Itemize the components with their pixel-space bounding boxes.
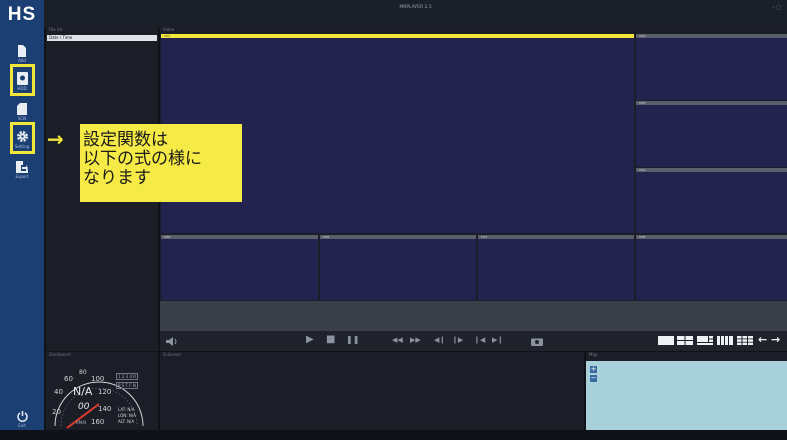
camera-icon[interactable] [531,337,543,346]
dashboard-header: Dashboard [49,352,71,357]
previous-button[interactable]: ❙◀ [474,334,485,346]
video-channel[interactable] [320,239,476,300]
rewind-button[interactable]: ◀◀ [392,334,403,346]
sidebar-item-label: SCN [17,116,27,121]
layout-8-icon[interactable] [717,336,733,345]
video-channel[interactable] [636,105,787,167]
app-logo: HS [7,4,37,25]
nav-arrows[interactable]: ← → [758,333,780,346]
exit-label: Exit [18,423,26,428]
tick-label: 20 [52,408,61,416]
tick-label: 160 [91,418,105,426]
video-channel[interactable] [636,38,787,100]
callout-line: 以下の式の様に [83,149,202,169]
video-header: Video [163,27,175,32]
map-header: Map [589,352,598,357]
tick-label: 80 [79,369,87,376]
step-back-button[interactable]: ◀❙ [434,334,445,346]
g-sensor-panel: G-Sensor [160,352,584,430]
tick-label: 100 [91,375,105,383]
sidebar-item-export[interactable]: Export [0,158,44,190]
pause-button[interactable]: ❚❚ [346,334,359,346]
tick-label: 140 [98,405,112,413]
setting-highlight [10,122,35,154]
tick-label: 120 [98,388,112,396]
power-icon [16,411,28,422]
layout-6-icon[interactable] [697,336,713,345]
map-zoom-out[interactable]: − [590,375,597,382]
video-channel[interactable] [161,239,318,300]
speed-unit: KM/H [76,420,87,425]
export-icon [16,161,28,173]
next-button[interactable]: ▶❙ [492,334,503,346]
step-forward-button[interactable]: ❙▶ [452,334,463,346]
map-canvas[interactable] [586,361,787,430]
file-icon [18,45,26,57]
sidebar-item-label: Export [15,174,29,179]
fast-forward-button[interactable]: ▶▶ [410,334,421,346]
speaker-icon[interactable] [166,337,178,346]
file-list-header: File list [49,27,63,32]
layout-9-icon[interactable] [737,336,753,345]
callout-line: なります [83,168,151,188]
callout-box: 設定関数は 以下の式の様に なります [80,124,242,202]
speed-digital: 00 [78,402,90,412]
sidebar-item-label: Add [18,58,26,63]
map-zoom-in[interactable]: + [590,366,597,373]
stop-button[interactable]: ■ [326,334,335,346]
layout-1-button[interactable] [658,336,674,345]
longitude: LON: N/A [118,413,136,418]
window-title: MRPLAYER 2.5 [399,5,432,10]
hdd-highlight [10,64,35,96]
gear-indicator: 1 2 3 4 R [116,373,139,380]
callout-arrow: → [47,127,64,151]
window-controls[interactable]: – □ [772,5,781,11]
g-sensor-header: G-Sensor [163,352,182,357]
video-channel[interactable] [636,172,787,233]
video-channel[interactable] [478,239,634,300]
latitude: LAT: N/A [118,407,135,412]
layout-4-icon[interactable] [677,336,693,345]
timeline-bar[interactable] [160,301,787,331]
file-list-column-header[interactable]: Date / Time [47,35,157,41]
play-button[interactable]: ▶ [306,334,314,346]
sd-card-icon [17,103,27,115]
tick-label: 60 [64,375,73,383]
exit-button[interactable]: Exit [0,408,44,440]
callout-line: 設定関数は [83,130,168,150]
altitude: ALT: N/A [118,419,135,424]
video-channel[interactable] [636,239,787,300]
speed-value: N/A [73,385,93,398]
status-indicators: P S T F N [116,382,138,389]
tick-label: 40 [54,388,63,396]
